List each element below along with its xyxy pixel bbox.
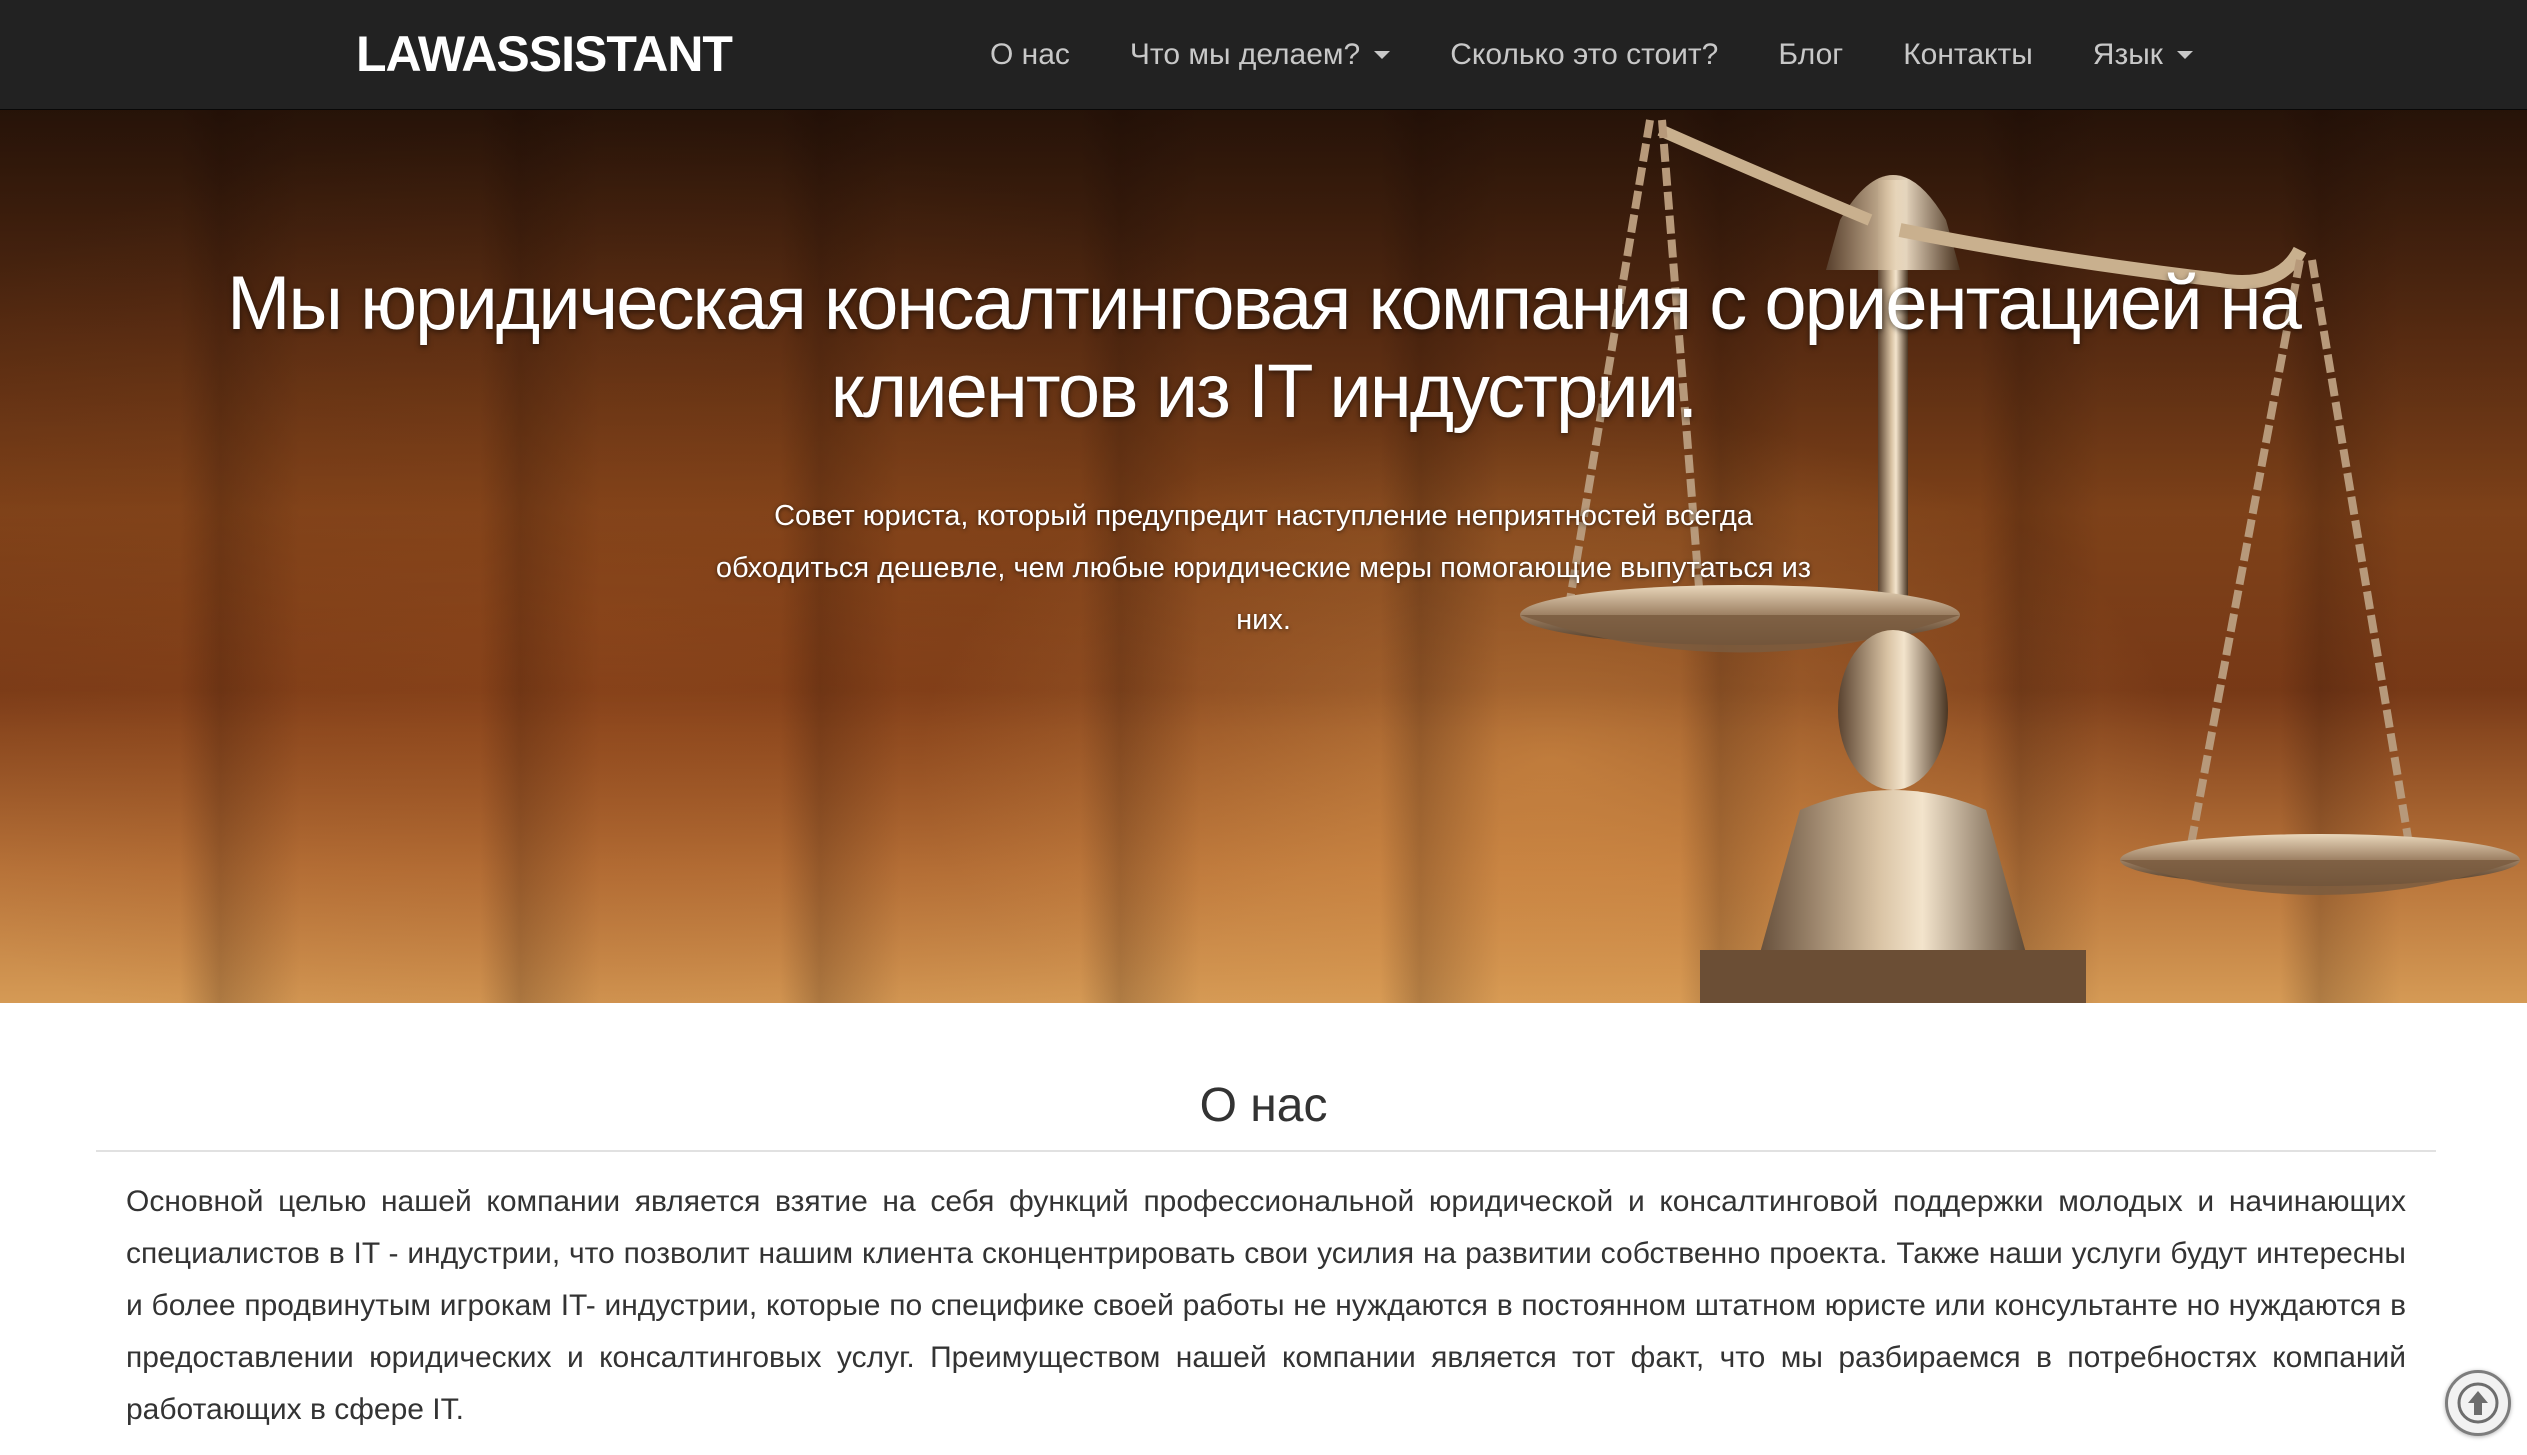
nav-item-label: Сколько это стоит?: [1450, 38, 1719, 71]
section-divider: [96, 1150, 2436, 1152]
arrow-up-circle-icon: [2457, 1382, 2499, 1424]
hero-subtitle: Совет юриста, который предупредит наступ…: [715, 500, 1812, 636]
about-heading: О нас: [1199, 1079, 1328, 1132]
nav-item-services-dropdown[interactable]: Что мы делаем?: [1100, 0, 1420, 110]
nav-item-contacts[interactable]: Контакты: [1873, 0, 2063, 110]
nav-item-label: Блог: [1778, 38, 1844, 71]
caret-down-icon: [1374, 51, 1391, 59]
nav-item-blog[interactable]: Блог: [1748, 0, 1873, 110]
top-navbar: LAWASSISTANT О нас Что мы делаем? Скольк…: [0, 0, 2527, 110]
hero-banner: Мы юридическая консалтинговая компания с…: [0, 110, 2527, 1003]
nav-item-language-dropdown[interactable]: Язык: [2063, 0, 2223, 110]
nav-item-pricing[interactable]: Сколько это стоит?: [1420, 0, 1748, 110]
scroll-to-top-button[interactable]: [2445, 1370, 2511, 1436]
brand-logo[interactable]: LAWASSISTANT: [356, 24, 733, 84]
nav-item-label: Язык: [2092, 38, 2163, 71]
nav-item-label: Что мы делаем?: [1129, 38, 1361, 71]
caret-down-icon: [2176, 51, 2193, 59]
nav-item-label: Контакты: [1903, 38, 2033, 71]
nav-item-label: О нас: [990, 38, 1070, 71]
main-nav: О нас Что мы делаем? Сколько это стоит? …: [960, 0, 2223, 110]
hero-title: Мы юридическая консалтинговая компания с…: [227, 261, 2302, 434]
about-paragraph: Основной целью нашей компании является в…: [126, 1185, 2406, 1426]
nav-item-about[interactable]: О нас: [960, 0, 1100, 110]
